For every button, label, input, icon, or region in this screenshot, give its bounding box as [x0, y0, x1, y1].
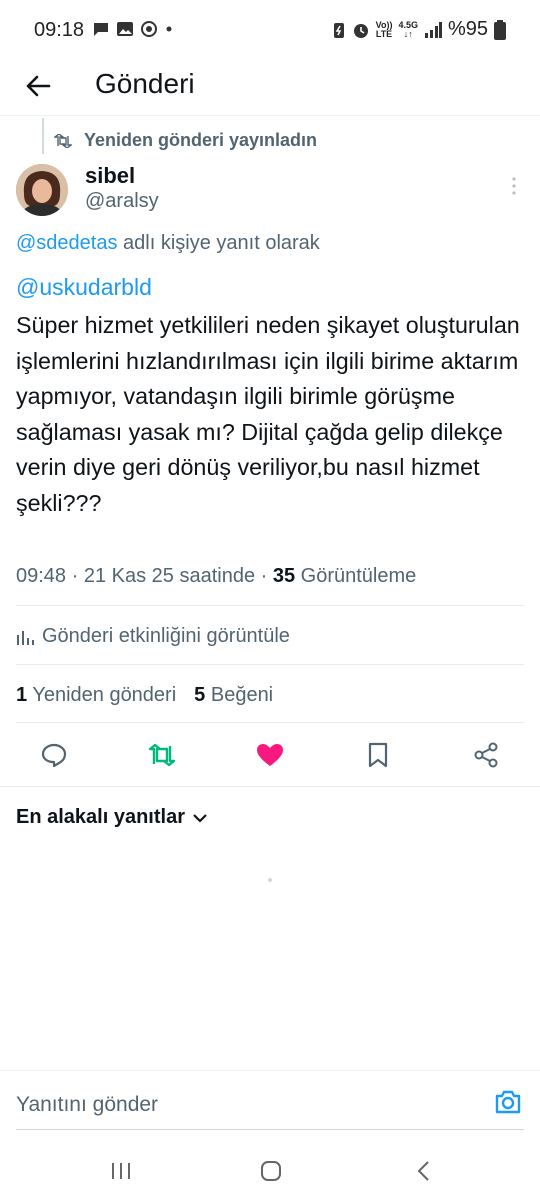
action-bar: [0, 735, 540, 775]
bookmark-icon: [368, 742, 388, 768]
home-button[interactable]: [256, 1156, 286, 1186]
reply-icon: [41, 743, 67, 767]
chat-notification-icon: [94, 23, 108, 36]
analytics-icon: [17, 630, 34, 645]
view-count: 35: [272, 565, 296, 587]
thread-line: [42, 118, 44, 154]
page-title: Gönderi: [95, 68, 195, 99]
reply-context: @sdedetas adlı kişiye yanıt olarak: [16, 232, 320, 255]
status-bar: 09:18 Vo)) LTE 4.5G ↓↑ %95: [0, 0, 540, 60]
divider: [16, 722, 524, 723]
loading-indicator: [268, 878, 272, 882]
divider: [16, 664, 524, 665]
post-activity-link[interactable]: Gönderi etkinliğini görüntüle: [16, 625, 290, 648]
signal-icon: [424, 21, 442, 38]
system-nav-bar: [0, 1140, 540, 1200]
battery-percent: %95: [447, 18, 488, 40]
repost-icon: [148, 744, 176, 766]
repost-indicator: Yeniden gönderi yayınladın: [54, 130, 317, 151]
arrow-left-icon: [26, 75, 51, 97]
status-notification-icons: [92, 20, 174, 38]
battery-saver-icon: [333, 22, 344, 38]
chevron-down-icon: [193, 813, 207, 823]
post-timestamp: 09:48 · 21 Kas 25 saatinde ·: [16, 565, 273, 587]
post-text: Süper hizmet yetkilileri neden şikayet o…: [16, 312, 520, 516]
avatar[interactable]: [16, 164, 68, 216]
chevron-left-icon: [417, 1161, 429, 1181]
more-vertical-icon: [512, 177, 516, 195]
more-notifications-icon: [166, 26, 172, 32]
post-meta: 09:48 · 21 Kas 25 saatinde · 35 Görüntül…: [16, 565, 416, 588]
likes-count: 5: [194, 684, 206, 706]
reposts-count: 1: [16, 684, 28, 706]
recent-apps-button[interactable]: [106, 1156, 136, 1186]
repost-label: Yeniden gönderi yayınladın: [84, 130, 318, 150]
reply-sort-dropdown[interactable]: En alakalı yanıtlar: [16, 806, 207, 829]
back-button[interactable]: [20, 68, 56, 104]
reply-sort-label: En alakalı yanıtlar: [16, 806, 185, 828]
status-time: 09:18: [34, 19, 85, 41]
more-options-button[interactable]: [508, 176, 520, 196]
post-mention[interactable]: @uskudarbld: [16, 274, 152, 301]
likes-label: Beğeni: [205, 684, 274, 706]
avatar-image: [16, 164, 68, 216]
battery-icon: [494, 19, 506, 40]
author-name[interactable]: sibel: [85, 163, 135, 189]
reply-composer: Yanıtını gönder: [0, 1070, 540, 1132]
gallery-notification-icon: [117, 22, 133, 36]
camera-button[interactable]: [494, 1089, 524, 1119]
recent-apps-icon: [112, 1163, 130, 1179]
volte-bottom: LTE: [375, 28, 393, 39]
network-type-indicator: 4.5G ↓↑: [398, 20, 418, 39]
post-activity-label: Gönderi etkinliğini görüntüle: [42, 625, 290, 647]
status-right: Vo)) LTE 4.5G ↓↑ %95: [332, 18, 506, 41]
view-label: Görüntüleme: [295, 565, 417, 587]
reply-to-handle[interactable]: @sdedetas: [16, 232, 117, 254]
bookmark-button[interactable]: [362, 739, 394, 771]
home-icon: [261, 1161, 281, 1181]
alarm-icon: [353, 23, 368, 38]
sync-notification-icon: [141, 21, 157, 37]
engagement-stats: 1 Yeniden gönderi 5 Beğeni: [16, 684, 273, 707]
share-icon: [474, 742, 498, 768]
divider: [16, 605, 524, 606]
reposts-stat[interactable]: 1 Yeniden gönderi: [16, 684, 176, 707]
likes-stat[interactable]: 5 Beğeni: [194, 684, 273, 707]
divider: [0, 786, 540, 787]
reply-button[interactable]: [38, 739, 70, 771]
reply-input-underline: [16, 1129, 524, 1130]
network-type-bottom: ↓↑: [403, 28, 413, 39]
author-handle[interactable]: @aralsy: [85, 190, 159, 213]
camera-icon: [495, 1090, 521, 1114]
reply-to-suffix: adlı kişiye yanıt olarak: [117, 232, 320, 254]
repost-small-icon: [54, 133, 72, 148]
reposts-label: Yeniden gönderi: [27, 684, 177, 706]
reply-input[interactable]: Yanıtını gönder: [16, 1093, 158, 1117]
top-app-bar: Gönderi: [0, 60, 540, 116]
repost-button[interactable]: [146, 739, 178, 771]
volte-indicator: Vo)) LTE: [375, 20, 393, 39]
heart-icon: [257, 744, 283, 766]
system-back-button[interactable]: [408, 1156, 438, 1186]
share-button[interactable]: [470, 739, 502, 771]
like-button[interactable]: [254, 739, 286, 771]
